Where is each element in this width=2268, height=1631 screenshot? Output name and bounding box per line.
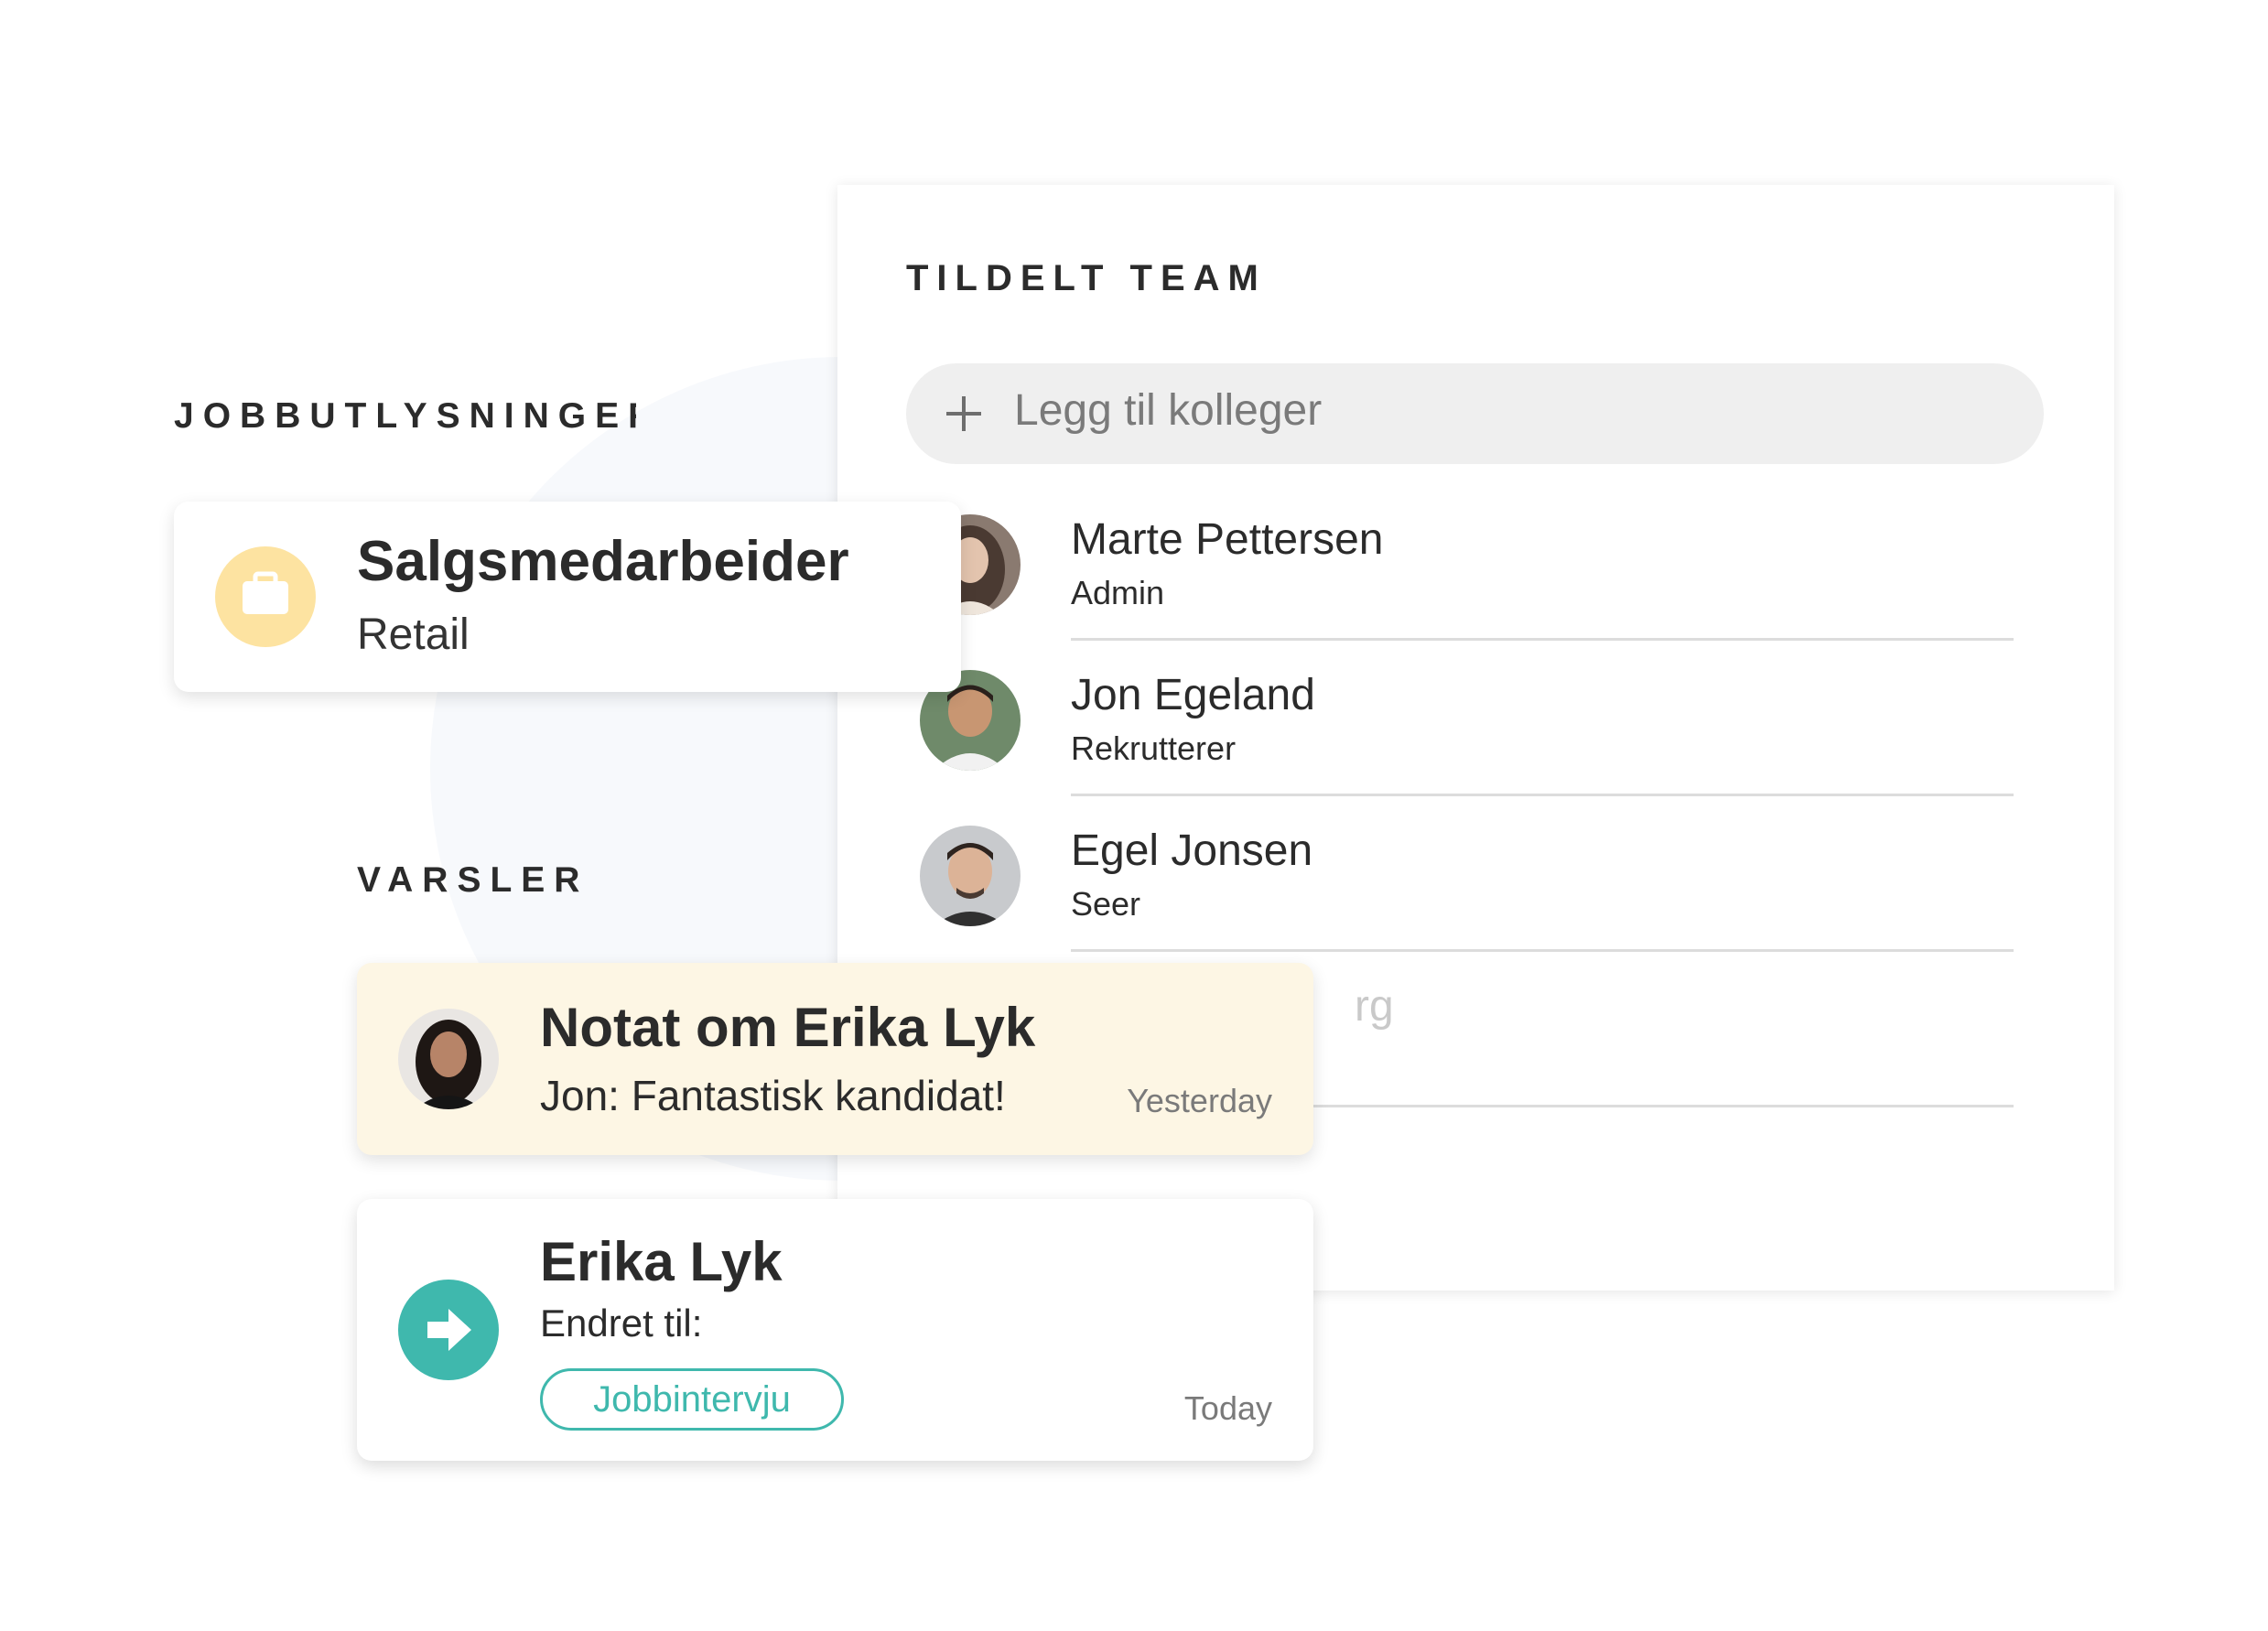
add-colleagues-input[interactable]: Legg til kolleger [906, 363, 2044, 464]
add-colleagues-placeholder: Legg til kolleger [1014, 386, 1323, 435]
note-text: Jon: Fantastisk kandidat! [540, 1072, 1006, 1119]
candidate-name: Erika Lyk [540, 1231, 783, 1292]
plus-icon [946, 396, 981, 431]
alerts-section-label: VARSLER [357, 860, 589, 900]
divider [1071, 794, 2014, 796]
stage-badge[interactable]: Jobbintervju [540, 1368, 844, 1431]
team-title: TILDELT TEAM [906, 258, 1267, 298]
jobs-section-label: JOBBUTLYSNINGER [174, 396, 636, 436]
note-title: Notat om Erika Lyk [540, 997, 1036, 1058]
team-member-row[interactable]: Egel Jonsen Seer [920, 826, 2027, 981]
arrow-right-icon [398, 1280, 499, 1380]
member-name: Marte Pettersen [1071, 515, 1384, 564]
member-role: Seer [1071, 885, 1141, 923]
job-category: Retail [357, 610, 470, 659]
member-name: rg [1355, 982, 1394, 1031]
job-title: Salgsmedarbeider [357, 530, 849, 593]
avatar [398, 1009, 499, 1109]
member-name: Egel Jonsen [1071, 826, 1313, 875]
note-timestamp: Yesterday [1127, 1082, 1272, 1119]
briefcase-icon [215, 546, 316, 647]
team-member-row[interactable]: Marte Pettersen Admin [920, 514, 2027, 670]
member-role: Rekrutterer [1071, 729, 1237, 767]
team-member-row[interactable]: Jon Egeland Rekrutterer [920, 670, 2027, 826]
member-name: Jon Egeland [1071, 671, 1315, 719]
note-notification-card[interactable]: Notat om Erika Lyk Jon: Fantastisk kandi… [357, 963, 1313, 1155]
job-posting-card[interactable]: Salgsmedarbeider Retail [174, 502, 961, 692]
divider [1071, 638, 2014, 641]
avatar [920, 826, 1021, 926]
member-role: Admin [1071, 574, 1165, 611]
status-change-card[interactable]: Erika Lyk Endret til: Jobbintervju Today [357, 1199, 1313, 1461]
status-timestamp: Today [1183, 1389, 1272, 1427]
divider [1071, 949, 2014, 952]
status-change-text: Endret til: [540, 1302, 703, 1345]
